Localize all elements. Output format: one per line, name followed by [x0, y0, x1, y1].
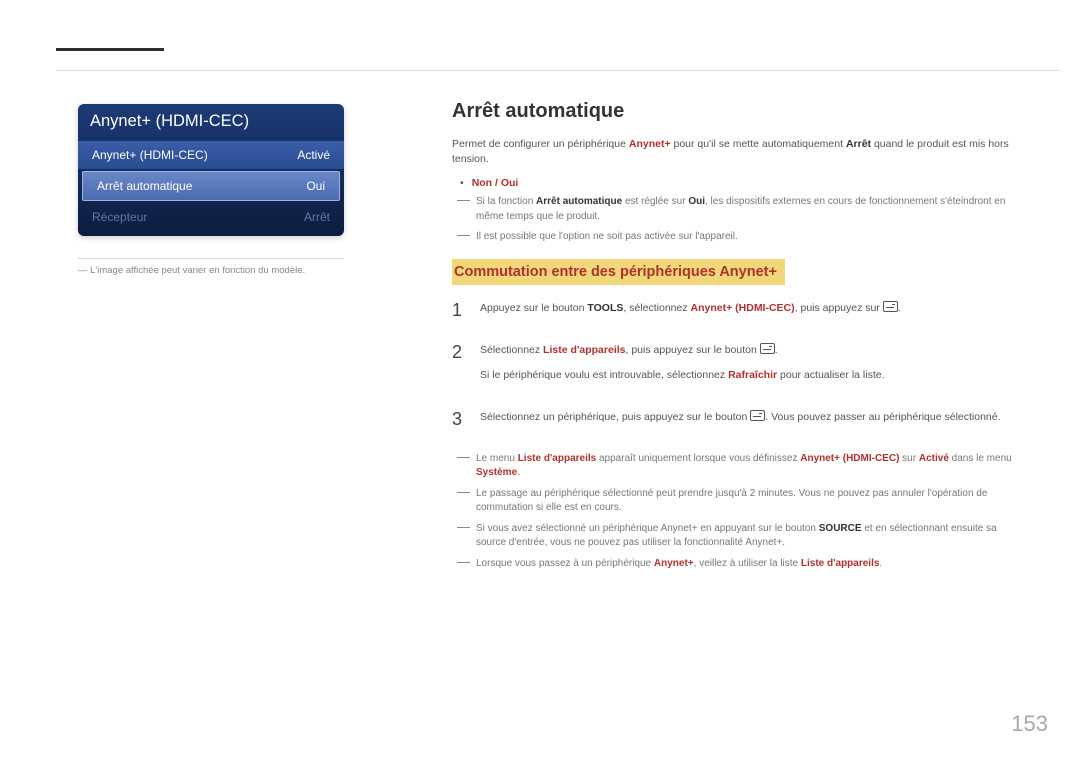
footnote-use-list: ― Lorsque vous passez à un périphérique … — [452, 557, 1012, 572]
osd-row-value: Arrêt — [304, 210, 330, 224]
bullet-dot-icon: • — [460, 177, 464, 189]
osd-row-anynet: Anynet+ (HDMI-CEC) Activé — [78, 141, 344, 169]
osd-row-recepteur: Récepteur Arrêt — [78, 203, 344, 236]
osd-panel-title: Anynet+ (HDMI-CEC) — [78, 104, 344, 141]
osd-row-arret-auto: Arrêt automatique Oui — [82, 171, 340, 201]
note-option-unavailable: ― Il est possible que l'option ne soit p… — [452, 230, 1012, 245]
footnote-source: ― Si vous avez sélectionné un périphériq… — [452, 522, 1012, 551]
osd-panel: Anynet+ (HDMI-CEC) Anynet+ (HDMI-CEC) Ac… — [78, 104, 344, 236]
enter-icon — [760, 343, 775, 354]
osd-row-label: Anynet+ (HDMI-CEC) — [92, 148, 208, 162]
intro-paragraph: Permet de configurer un périphérique Any… — [452, 137, 1012, 167]
footnote-menu-liste: ― Le menu Liste d'appareils apparaît uni… — [452, 452, 1012, 481]
step-number: 1 — [452, 301, 466, 327]
note-dash-icon: ― — [452, 193, 470, 224]
note-dash-icon: ― — [452, 555, 470, 572]
note-auto-off: ― Si la fonction Arrêt automatique est r… — [452, 195, 1012, 224]
image-caption: ― L'image affichée peut varier en foncti… — [78, 265, 344, 276]
osd-row-value: Oui — [306, 179, 325, 193]
step-2: 2 Sélectionnez Liste d'appareils, puis a… — [452, 343, 1012, 395]
section-title: Arrêt automatique — [452, 100, 1012, 123]
step-number: 2 — [452, 343, 466, 395]
options-value: Non / Oui — [472, 177, 519, 189]
header-rule — [56, 70, 1060, 71]
note-dash-icon: ― — [452, 485, 470, 516]
left-column: Anynet+ (HDMI-CEC) Anynet+ (HDMI-CEC) Ac… — [78, 104, 344, 276]
step-number: 3 — [452, 410, 466, 436]
note-dash-icon: ― — [452, 228, 470, 245]
step-3: 3 Sélectionnez un périphérique, puis app… — [452, 410, 1012, 436]
corner-rule — [56, 48, 164, 51]
enter-icon — [883, 301, 898, 312]
main-content: Arrêt automatique Permet de configurer u… — [452, 100, 1012, 577]
footnote-delay: ― Le passage au périphérique sélectionné… — [452, 487, 1012, 516]
note-dash-icon: ― — [452, 450, 470, 481]
subheading-commutation: Commutation entre des périphériques Anyn… — [452, 259, 785, 285]
enter-icon — [750, 410, 765, 421]
caption-divider — [78, 258, 344, 259]
osd-row-value: Activé — [297, 148, 330, 162]
options-bullet: • Non / Oui — [460, 177, 1012, 189]
osd-row-label: Arrêt automatique — [97, 179, 192, 193]
page-number: 153 — [1011, 711, 1048, 737]
osd-row-label: Récepteur — [92, 210, 147, 224]
step-1: 1 Appuyez sur le bouton TOOLS, sélection… — [452, 301, 1012, 327]
note-dash-icon: ― — [452, 520, 470, 551]
